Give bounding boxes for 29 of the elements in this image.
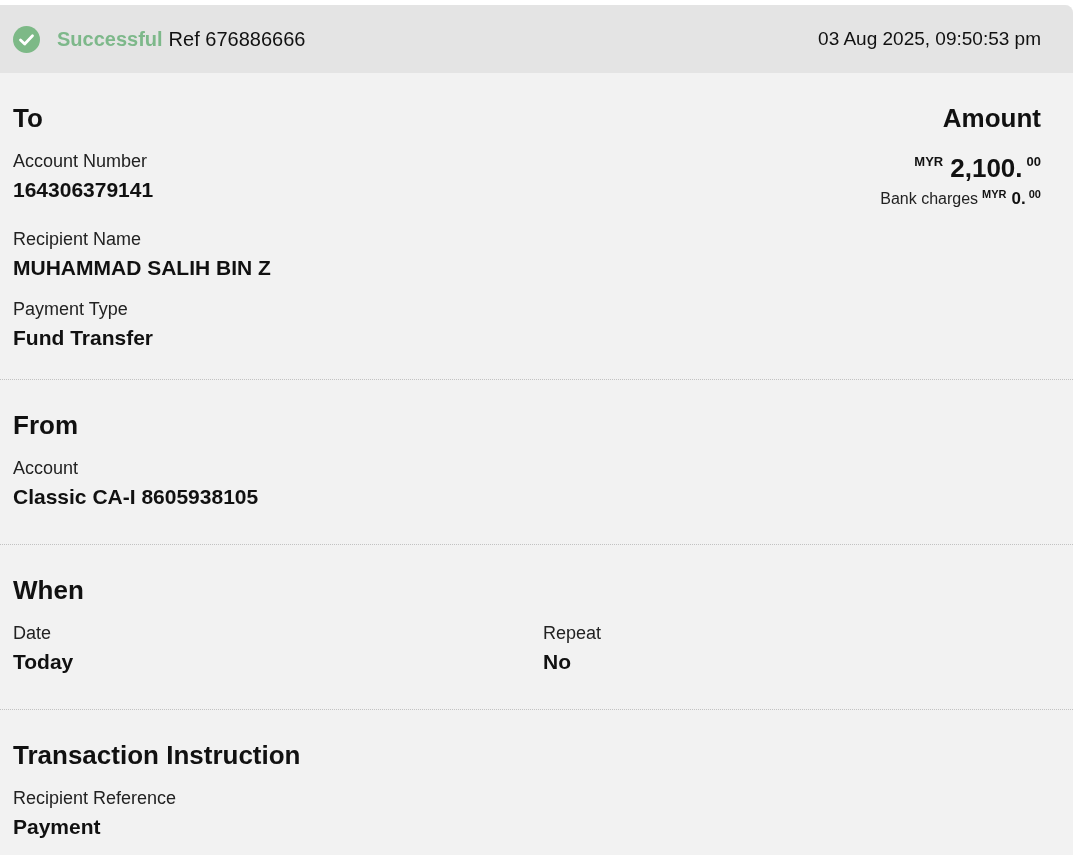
section-title: When (13, 574, 84, 606)
charges-value: 0. (1011, 188, 1026, 210)
reference-text: Ref 676886666 (168, 27, 306, 52)
section-title: Amount (942, 102, 1041, 134)
charges-cents: 00 (1028, 187, 1041, 201)
field-label: Recipient Reference (13, 787, 177, 810)
currency-code: MYR (914, 154, 944, 170)
field-value: Payment (13, 814, 101, 840)
field-label: Account Number (13, 150, 148, 173)
field-value: Today (13, 649, 74, 675)
section-title: Transaction Instruction (13, 739, 301, 771)
charges-currency: MYR (982, 187, 1007, 201)
field-label: Date (13, 622, 52, 645)
charges-label: Bank charges (880, 189, 979, 209)
field-label: Payment Type (13, 298, 128, 321)
amount-cents: 00 (1026, 154, 1041, 170)
field-value: 164306379141 (13, 177, 154, 203)
timestamp-text: 03 Aug 2025, 09:50:53 pm (818, 27, 1041, 51)
field-label: Repeat (543, 622, 602, 645)
section-title: To (13, 102, 43, 134)
section-title: From (13, 409, 78, 441)
field-label: Account (13, 457, 79, 480)
field-value: MUHAMMAD SALIH BIN Z (13, 255, 271, 281)
field-value: Fund Transfer (13, 325, 154, 351)
field-value: No (543, 649, 571, 675)
field-value: Classic CA-I 8605938105 (13, 484, 259, 510)
status-text: Successful (57, 27, 163, 52)
field-label: Recipient Name (13, 228, 142, 251)
amount-value: 2,100. (950, 153, 1023, 183)
